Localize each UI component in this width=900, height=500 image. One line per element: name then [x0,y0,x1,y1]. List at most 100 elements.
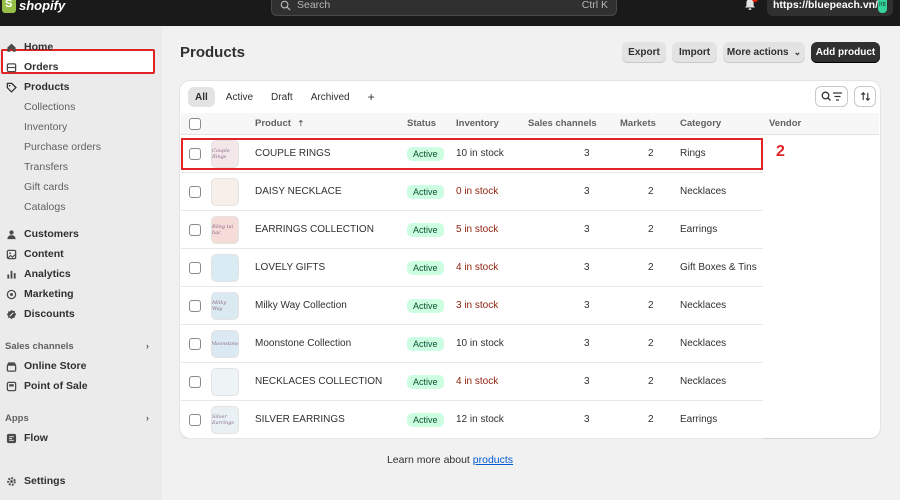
sidebar-item-customers[interactable]: Customers [5,224,79,244]
discount-icon [5,308,17,320]
tab-archived[interactable]: Archived [304,87,357,107]
top-bar: shopify Search Ctrl K https://bluepeach.… [0,0,900,26]
notification-dot [752,0,758,2]
sidebar-item-label: Online Store [24,360,87,372]
thumbnail-caption: Bông tai bạc [212,224,234,236]
notifications-button[interactable] [741,0,759,13]
store-icon [5,360,17,372]
product-name[interactable]: Milky Way Collection [255,300,347,311]
import-button[interactable]: Import [672,42,717,63]
row-checkbox[interactable] [189,300,201,312]
column-sales-channels[interactable]: Sales channels [528,118,597,129]
tab-draft[interactable]: Draft [264,87,300,107]
search-shortcut: Ctrl K [581,0,608,11]
row-checkbox[interactable] [189,414,201,426]
category-value: Necklaces [680,376,727,387]
search-filter-button[interactable] [815,86,848,107]
shopify-logo[interactable]: shopify [2,0,65,13]
product-name[interactable]: EARRINGS COLLECTION [255,224,374,235]
learn-more: Learn more about products [0,454,900,466]
category-value: Necklaces [680,338,727,349]
row-checkbox[interactable] [189,376,201,388]
sidebar-item-home[interactable]: Home [5,37,53,57]
add-product-button[interactable]: Add product [811,42,880,63]
sidebar-item-online-store[interactable]: Online Store [5,356,86,376]
sidebar-subitem-collections[interactable]: Collections [24,98,75,116]
pos-icon [5,380,17,392]
shopify-bag-icon [2,0,16,13]
product-name[interactable]: SILVER EARRINGS [255,414,345,425]
status-badge: Active [407,299,444,313]
product-name[interactable]: DAISY NECKLACE [255,186,342,197]
store-switcher[interactable]: https://bluepeach.vn/ htt [767,0,893,16]
row-checkbox[interactable] [189,262,201,274]
inventory-value: 10 in stock [456,338,504,349]
gear-icon [5,475,17,487]
markets-value: 2 [648,376,654,387]
sidebar-subitem-gift-cards[interactable]: Gift cards [24,178,69,196]
inventory-value: 4 in stock [456,376,499,387]
store-url: https://bluepeach.vn/ [773,0,879,11]
thumbnail-caption: Moonstone [211,341,239,347]
product-thumbnail: Moonstone [211,330,239,358]
bar-chart-icon [5,268,17,280]
orders-icon [5,61,17,73]
column-vendor[interactable]: Vendor [769,118,801,129]
sales-channels-value: 3 [584,262,590,273]
content-icon [5,248,17,260]
sidebar-item-label: Content [24,248,64,260]
sidebar-item-label: Customers [24,228,79,240]
status-badge: Active [407,337,444,351]
sidebar-item-analytics[interactable]: Analytics [5,264,71,284]
tab-active[interactable]: Active [219,87,260,107]
sidebar-item-marketing[interactable]: Marketing [5,284,74,304]
filter-tabs: All Active Draft Archived + [188,87,386,107]
product-name[interactable]: NECKLACES COLLECTION [255,376,382,387]
sort-button[interactable] [854,86,876,107]
product-name[interactable]: LOVELY GIFTS [255,262,325,273]
markets-value: 2 [648,262,654,273]
flow-icon [5,432,17,444]
sales-channels-label: Sales channels [5,341,74,352]
home-icon [5,41,17,53]
row-checkbox[interactable] [189,338,201,350]
sidebar-subitem-inventory[interactable]: Inventory [24,118,67,136]
sales-channels-value: 3 [584,186,590,197]
sidebar-item-flow[interactable]: Flow [5,428,48,448]
tag-icon [5,81,17,93]
sidebar-subitem-transfers[interactable]: Transfers [24,158,68,176]
annotation-2: 2 [776,143,785,160]
sidebar-subitem-catalogs[interactable]: Catalogs [24,198,65,216]
inventory-value: 3 in stock [456,300,499,311]
sidebar-subitem-purchase-orders[interactable]: Purchase orders [24,138,101,156]
row-checkbox[interactable] [189,186,201,198]
sidebar-item-discounts[interactable]: Discounts [5,304,75,324]
column-inventory[interactable]: Inventory [456,118,499,129]
learn-more-text: Learn more about [386,454,470,466]
apps-header[interactable]: Apps › [5,413,149,424]
export-button[interactable]: Export [622,42,666,63]
add-view-button[interactable]: + [361,87,382,107]
products-help-link[interactable]: products [473,454,513,466]
row-checkbox[interactable] [189,224,201,236]
column-markets[interactable]: Markets [620,118,656,129]
sidebar-item-settings[interactable]: Settings [5,471,65,491]
sales-channels-header[interactable]: Sales channels › [5,341,149,352]
column-status[interactable]: Status [407,118,436,129]
product-thumbnail: Silver Earrings [211,406,239,434]
sidebar-item-products[interactable]: Products [5,77,70,97]
tab-all[interactable]: All [188,87,215,107]
status-badge: Active [407,223,444,237]
search-input[interactable]: Search Ctrl K [271,0,617,16]
column-product[interactable]: Product ⇡ [255,118,304,129]
column-category[interactable]: Category [680,118,721,129]
sidebar-item-point-of-sale[interactable]: Point of Sale [5,376,88,396]
search-filter-icon [821,91,842,101]
product-thumbnail: Milky Way [211,292,239,320]
logo-text: shopify [19,0,66,13]
sidebar-item-orders[interactable]: Orders [5,57,58,77]
more-actions-button[interactable]: More actions ⌄ [723,42,805,63]
product-name[interactable]: Moonstone Collection [255,338,351,349]
select-all-checkbox[interactable] [189,118,201,130]
sidebar-item-content[interactable]: Content [5,244,64,264]
